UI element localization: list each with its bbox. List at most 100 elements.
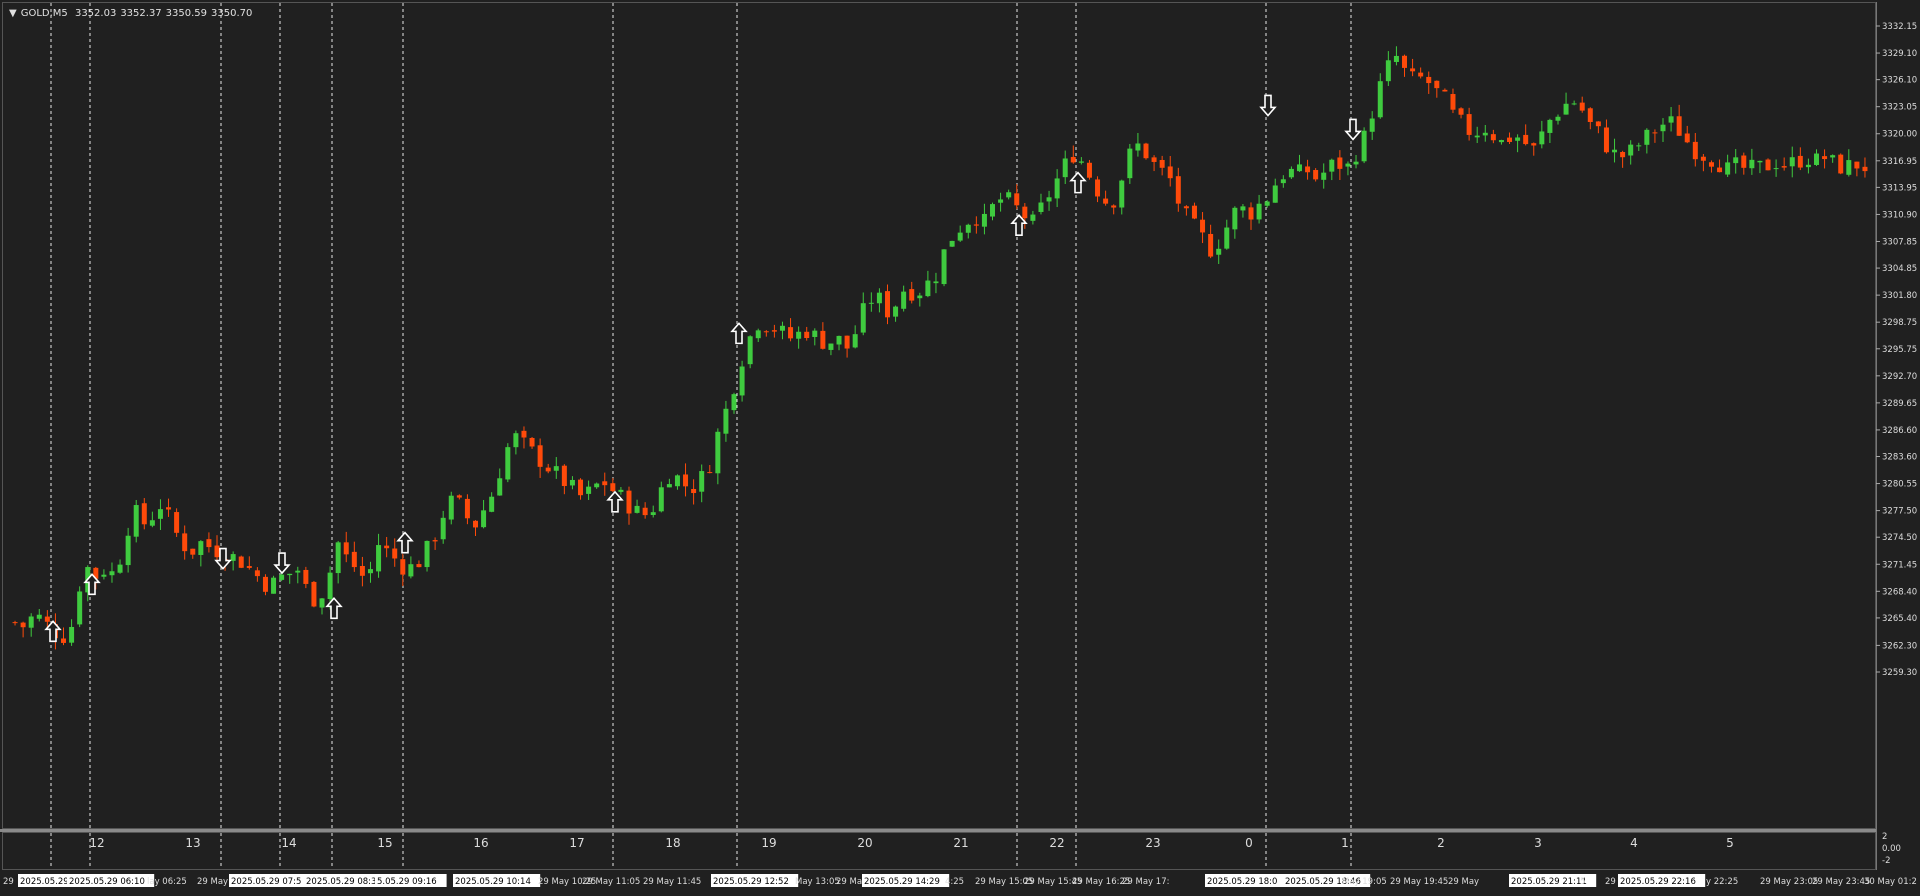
candle-body [190, 548, 196, 555]
candle-body [174, 512, 180, 533]
time-marker-label: 2025.05.29 12:52 [713, 877, 789, 887]
candle-body [909, 289, 915, 301]
candle-body [779, 325, 785, 331]
candle-body [917, 295, 923, 299]
candle-body [1587, 108, 1593, 122]
hour-label: 0 [1245, 836, 1253, 850]
time-label: 30 May 01:2 [1864, 877, 1917, 887]
candle-body [820, 330, 826, 349]
candle-body [763, 331, 769, 333]
candle-body [157, 509, 163, 519]
time-label: 29 May 23:05 [1760, 877, 1818, 887]
candle-body [125, 535, 131, 566]
candle-body [739, 366, 745, 396]
candle-body [1224, 227, 1230, 249]
price-label: 3313.95 [1882, 183, 1917, 193]
candle-body [707, 472, 713, 474]
price-label: 3262.30 [1882, 641, 1917, 651]
candle-body [327, 572, 333, 600]
candle-body [1725, 162, 1731, 175]
candle-body [101, 574, 107, 577]
candle-body [69, 626, 75, 643]
time-marker-label: 2025.05.29 06:10 [69, 877, 145, 887]
candle-body [271, 577, 277, 594]
time-label: 29 May 11:45 [643, 877, 701, 887]
candle-body [1789, 157, 1795, 167]
candle-body [1143, 143, 1149, 159]
candle-body [771, 330, 777, 332]
candle-body [626, 490, 632, 514]
candle-body [828, 343, 834, 350]
candle-body [1773, 168, 1779, 170]
price-label: 3295.75 [1882, 345, 1917, 355]
candle-body [1313, 170, 1319, 180]
symbol-menu-icon[interactable]: ▼ [9, 8, 17, 19]
candle-body [1838, 154, 1844, 174]
candle-body [1579, 102, 1585, 111]
candle-body [1733, 157, 1739, 164]
hour-label: 3 [1534, 836, 1542, 850]
candle-body [1458, 108, 1464, 115]
candle-body [1038, 202, 1044, 212]
candle-body [1813, 153, 1819, 165]
candle-body [513, 433, 519, 448]
candle-body [650, 512, 656, 515]
time-axis[interactable]: 29 2025.05.29 05:2 2025.05.29 06:10 lay 06… [0, 870, 1920, 892]
candle-body [925, 280, 931, 297]
candle-body [12, 622, 18, 624]
candle-body [1119, 180, 1125, 208]
candle-body [1014, 193, 1020, 206]
price-label: 3289.65 [1882, 399, 1917, 409]
candle-body [1822, 156, 1828, 160]
candle-body [238, 556, 244, 568]
candle-body [246, 566, 252, 568]
candle-body [408, 564, 414, 577]
candle-body [1070, 156, 1076, 163]
candle-body [804, 331, 810, 339]
candle-body [262, 576, 268, 592]
candle-body [658, 487, 664, 512]
candle-body [1547, 119, 1553, 133]
candle-body [965, 224, 971, 233]
candle-body [279, 574, 285, 580]
candle-body [1805, 164, 1811, 168]
candle-body [1692, 141, 1698, 160]
candle-body [376, 545, 382, 572]
price-axis[interactable]: 3332.15 3329.10 3326.10 3323.05 3320.00 3316.… [1876, 2, 1920, 870]
candle-body [489, 496, 495, 512]
candlestick-chart[interactable] [3, 3, 1875, 828]
candle-body [1410, 68, 1416, 72]
price-chart-pane[interactable]: ▼ GOLD,M5 3352.03 3352.37 3350.59 3350.70 [2, 2, 1876, 829]
indicator-pane[interactable]: 12 13 14 15 16 17 18 19 20 21 22 23 0 1 2 3 4 5 [2, 832, 1876, 870]
candle-body [295, 570, 301, 573]
candle-body [1321, 172, 1327, 180]
candle-body [20, 622, 26, 628]
hour-label: 14 [281, 836, 296, 850]
candle-body [1846, 160, 1852, 175]
time-label: 5 [1580, 877, 1585, 887]
price-label: 3320.00 [1882, 130, 1917, 140]
candle-body [1571, 103, 1577, 105]
time-marker-label: 2025.05.29 07:5 [231, 877, 301, 887]
candle-body [1208, 233, 1214, 257]
candle-body [852, 334, 858, 348]
time-marker-label: 2025.05.29 14:29 [864, 877, 940, 887]
candle-body [1232, 207, 1238, 230]
price-label: 3298.75 [1882, 318, 1917, 328]
price-label: 3286.60 [1882, 426, 1917, 436]
candle-body [1523, 134, 1529, 145]
candle-body [36, 614, 42, 619]
price-label: 3283.60 [1882, 453, 1917, 463]
candle-body [723, 408, 729, 434]
candle-body [1191, 205, 1197, 219]
candle-body [1717, 167, 1723, 173]
buy-arrow-icon [396, 531, 414, 554]
candle-body [642, 507, 648, 516]
candle-body [1135, 143, 1141, 151]
chart-window[interactable]: ▼ GOLD,M5 3352.03 3352.37 3350.59 3350.70 12… [0, 0, 1920, 892]
candle-body [481, 510, 487, 528]
candle-body [691, 488, 697, 494]
time-label: 4:25 [945, 877, 964, 887]
buy-arrow-icon [730, 322, 748, 345]
candle-body [61, 638, 67, 643]
